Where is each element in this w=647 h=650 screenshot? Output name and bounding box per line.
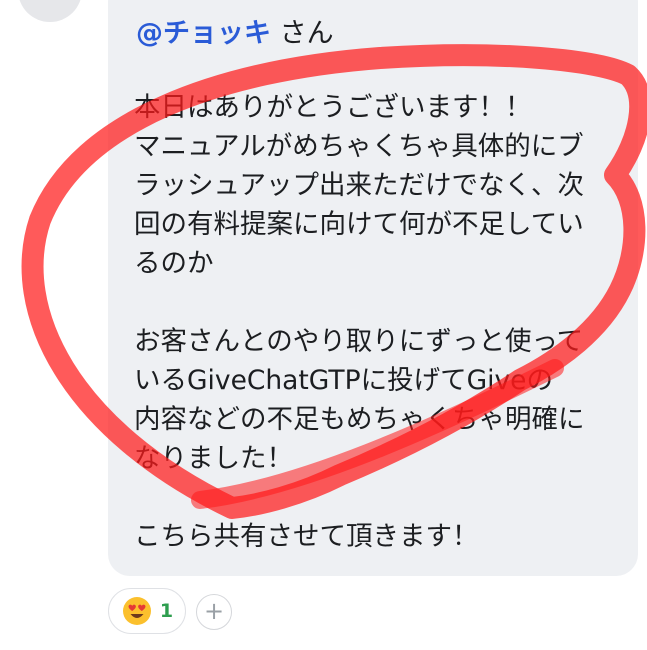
add-reaction-button[interactable]: + xyxy=(196,594,232,630)
message-bubble xyxy=(108,0,638,576)
heart-eyes-emoji-icon xyxy=(122,597,151,625)
mention-honorific: さん xyxy=(279,18,334,49)
message-line: こちら共有させて頂きます！ xyxy=(134,521,479,552)
message-line: マニュアルがめちゃくちゃ具体的にブ xyxy=(134,131,584,162)
message-line: ラッシュアップ出来ただけでなく、次 xyxy=(134,170,584,201)
message-line: なりました！ xyxy=(134,443,293,474)
message-line: るのか xyxy=(134,248,214,279)
mention-handle[interactable]: @チョッキ xyxy=(136,18,271,49)
message-line: いるGiveChatGTPに投げてGiveの xyxy=(134,365,553,396)
message-line: 回の有料提案に向けて何が不足してい xyxy=(134,209,584,240)
reaction-count: 1 xyxy=(159,600,174,622)
message-line: 本日はありがとうございます！！ xyxy=(134,92,532,123)
message-line: お客さんとのやり取りにずっと使って xyxy=(134,326,584,357)
avatar[interactable] xyxy=(18,0,82,22)
reaction-chip[interactable]: 1 xyxy=(108,588,186,634)
mention-line: @チョッキ さん xyxy=(136,18,334,50)
message-line: 内容などの不足もめちゃくちゃ明確に xyxy=(134,404,585,435)
